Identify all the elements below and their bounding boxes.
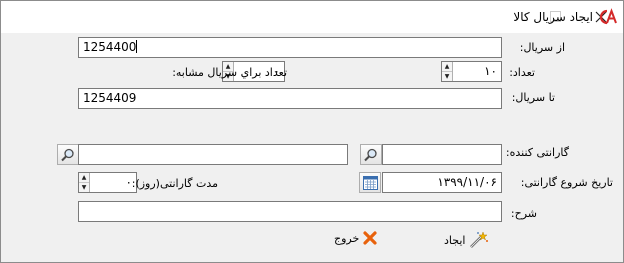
title-bar: ایجاد سریال کالا <box>1 1 623 34</box>
magic-wand-icon <box>470 231 489 248</box>
calendar-icon <box>362 175 378 190</box>
warranty-days-arrows[interactable]: ▲ ▼ <box>79 173 90 192</box>
guarantor-code-input[interactable] <box>382 144 502 165</box>
magnifier-icon <box>364 148 377 161</box>
count-label: تعداد: <box>509 66 535 79</box>
warranty-start-date-input[interactable]: ۱۳۹۹/۱۱/۰۶ <box>382 172 502 193</box>
exit-button[interactable]: خروج <box>334 231 377 245</box>
create-button[interactable]: ایجاد <box>444 231 489 249</box>
spin-up-icon[interactable]: ▲ <box>79 173 89 183</box>
window-title: ایجاد سریال کالا <box>513 10 593 24</box>
calendar-button[interactable] <box>359 172 381 193</box>
count-spinner[interactable]: ▲ ▼ ۱۰ <box>441 61 502 82</box>
guarantor-label: گارانتی کننده: <box>505 146 569 159</box>
spin-up-icon[interactable]: ▲ <box>442 62 452 72</box>
to-serial-label: تا سریال: <box>511 91 555 104</box>
form-area: 1254400 از سریال: ▲ ▼ ۰ تعداد براي سريال… <box>1 33 623 262</box>
text-caret <box>136 40 138 53</box>
guarantor-name-search-button[interactable] <box>57 144 79 165</box>
guarantor-name-input[interactable] <box>78 144 348 165</box>
exit-label: خروج <box>334 231 360 245</box>
from-serial-label: از سریال: <box>519 41 565 54</box>
dialog-window: ایجاد سریال کالا 1254400 از سریال: ▲ ▼ ۰… <box>0 0 624 263</box>
from-serial-input[interactable]: 1254400 <box>78 37 502 58</box>
similar-count-label: تعداد براي سريال مشابه: <box>172 66 287 79</box>
guarantor-code-search-button[interactable] <box>360 144 382 165</box>
warranty-days-label: مدت گارانتی(روز): <box>131 177 218 190</box>
spin-down-icon[interactable]: ▼ <box>442 72 452 81</box>
ca-logo-icon <box>599 8 617 25</box>
magnifier-icon <box>61 148 74 161</box>
count-arrows[interactable]: ▲ ▼ <box>442 62 453 81</box>
description-label: شرح: <box>510 207 537 220</box>
create-label: ایجاد <box>444 233 466 247</box>
warranty-start-date-label: تاریخ شروع گارانتی: <box>520 176 613 189</box>
description-input[interactable] <box>78 201 502 222</box>
spin-down-icon[interactable]: ▼ <box>79 183 89 192</box>
to-serial-input[interactable]: 1254409 <box>78 88 502 109</box>
warranty-days-spinner[interactable]: ▲ ▼ ۰ <box>78 172 137 193</box>
exit-x-icon <box>363 231 377 245</box>
